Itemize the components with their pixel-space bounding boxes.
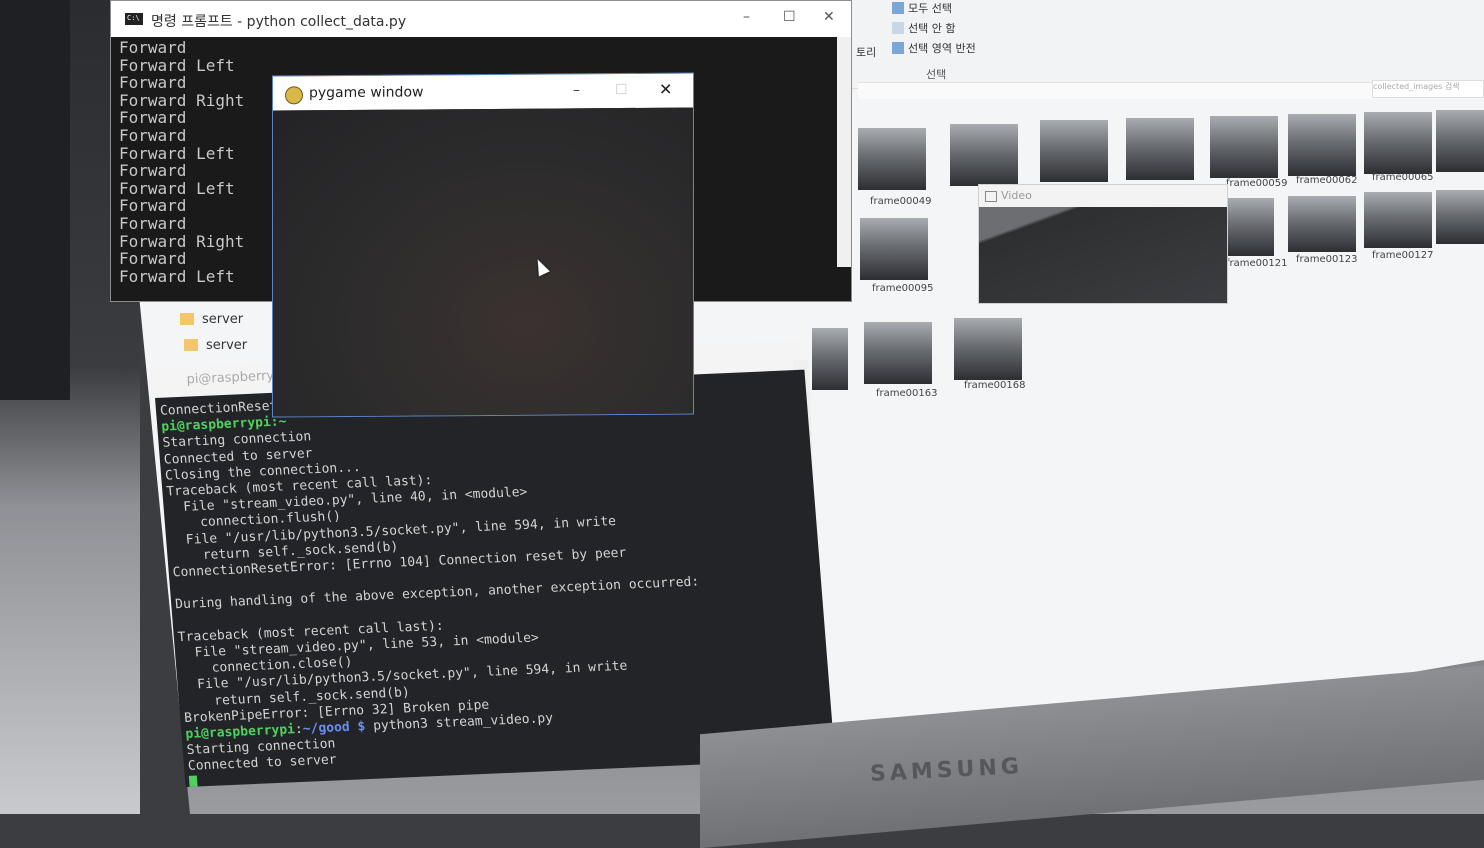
minimize-button[interactable]: – [573, 82, 580, 98]
cmd-line: Forward [119, 73, 187, 93]
thumbnail[interactable] [812, 328, 848, 390]
thumbnail-label: frame00121 [1226, 258, 1288, 269]
search-input[interactable]: collected_images 검색 [1372, 80, 1484, 98]
cmd-line: Forward [119, 213, 187, 233]
thumbnail[interactable] [954, 318, 1022, 380]
cmd-line: Forward [119, 196, 187, 216]
mouse-pointer-icon [532, 256, 550, 277]
thumbnail-label: frame00123 [1296, 254, 1358, 265]
cmd-line: Forward [119, 38, 187, 57]
thumbnail[interactable] [1364, 112, 1432, 174]
cmd-line: Forward Left [119, 55, 235, 75]
cmd-icon: C:\ [125, 13, 143, 25]
thumbnail[interactable] [1126, 118, 1194, 180]
thumbnail-label: frame00168 [964, 380, 1026, 391]
thumbnail[interactable] [1288, 114, 1356, 176]
thumbnail-label: frame00127 [1372, 250, 1434, 261]
select-none-button[interactable]: 선택 안 함 [892, 20, 955, 36]
cmd-title-bar[interactable]: C:\ 명령 프롬프트 - python collect_data.py – ☐… [111, 1, 851, 37]
video-frame [979, 207, 1227, 303]
pygame-window[interactable]: pygame window – ☐ ✕ [272, 72, 694, 418]
thumbnail[interactable] [1288, 196, 1356, 252]
thumbnail[interactable] [1040, 120, 1108, 182]
cmd-line: Forward [119, 108, 187, 128]
thumbnail[interactable] [858, 128, 926, 190]
select-none-icon [892, 22, 904, 34]
thumbnail-label: frame00065 [1372, 172, 1434, 183]
cmd-output: Forward Forward Left Forward Forward Rig… [119, 39, 244, 285]
cmd-scrollbar[interactable] [837, 37, 851, 267]
cmd-line: Forward [119, 161, 187, 181]
folder-icon [184, 339, 198, 351]
window-icon [985, 191, 997, 202]
maximize-button[interactable]: ☐ [615, 82, 628, 98]
thumbnail[interactable] [864, 322, 932, 384]
invert-selection-icon [892, 42, 904, 54]
cmd-line: Forward [119, 249, 187, 269]
pygame-title-bar[interactable]: pygame window – ☐ ✕ [273, 73, 693, 111]
video-window[interactable]: Video [978, 184, 1228, 304]
ribbon-partial-label: 토리 [856, 46, 877, 59]
thumbnail-label: frame00059 [1226, 178, 1288, 189]
thumbnail[interactable] [1226, 198, 1274, 256]
thumbnail[interactable] [860, 218, 928, 280]
cmd-line: Forward Left [119, 266, 235, 286]
ribbon-group-label: 선택 [926, 68, 947, 81]
cmd-line: Forward Right [119, 231, 245, 251]
thumbnail[interactable] [950, 124, 1018, 186]
select-all-icon [892, 2, 904, 14]
invert-selection-button[interactable]: 선택 영역 반전 [892, 40, 976, 56]
pygame-canvas[interactable] [273, 107, 693, 417]
thumbnail[interactable] [1436, 190, 1484, 244]
video-title: Video [1001, 189, 1032, 202]
cmd-line: Forward [119, 125, 187, 145]
terminal-window[interactable]: ConnectionResetError pi@raspberrypi:~ St… [155, 369, 835, 788]
minimize-button[interactable]: – [743, 9, 750, 25]
sidebar-item-server[interactable]: server [180, 312, 243, 327]
terminal-output: ConnectionResetError pi@raspberrypi:~ St… [159, 381, 713, 788]
thumbnail[interactable] [1364, 192, 1432, 248]
close-button[interactable]: ✕ [823, 9, 835, 25]
folder-icon [180, 313, 194, 325]
cmd-title: 명령 프롬프트 - python collect_data.py [151, 14, 407, 30]
cmd-line: Forward Right [119, 90, 245, 110]
select-all-button[interactable]: 모두 선택 [892, 0, 952, 16]
thumbnail[interactable] [1436, 110, 1484, 172]
thumbnail-label: frame00163 [876, 388, 938, 399]
terminal-cursor [188, 775, 198, 788]
close-button[interactable]: ✕ [659, 80, 672, 99]
video-title-bar[interactable]: Video [979, 185, 1227, 207]
cmd-line: Forward Left [119, 143, 235, 163]
sidebar-item-server[interactable]: server [184, 338, 247, 353]
pygame-snake-icon [285, 86, 303, 105]
thumbnail-label: frame00062 [1296, 175, 1358, 186]
pygame-title: pygame window [309, 84, 424, 102]
cmd-line: Forward Left [119, 178, 235, 198]
maximize-button[interactable]: ☐ [783, 9, 796, 25]
thumbnail-label: frame00095 [872, 283, 934, 294]
background-monitor [0, 0, 70, 400]
thumbnail-label: frame00049 [870, 196, 932, 207]
thumbnail[interactable] [1210, 116, 1278, 178]
